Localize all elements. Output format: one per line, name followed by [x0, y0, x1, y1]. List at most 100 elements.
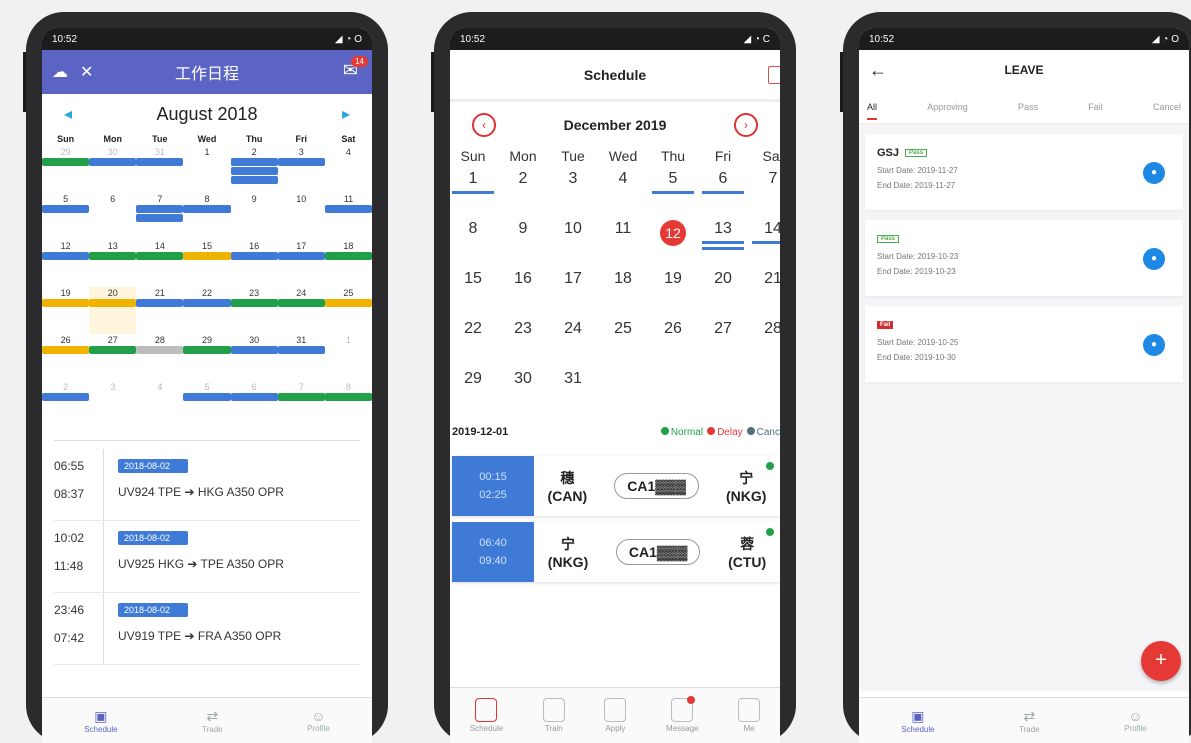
calendar-day[interactable]: 9	[498, 214, 548, 264]
calendar-day[interactable]: 22	[450, 314, 498, 364]
calendar-day[interactable]: 30	[230, 334, 278, 381]
calendar-day[interactable]: 25	[598, 314, 648, 364]
calendar-day[interactable]: 23	[498, 314, 548, 364]
calendar-day[interactable]: 18	[324, 240, 372, 287]
calendar-day[interactable]: 4	[325, 146, 372, 193]
calendar-day[interactable]: 25	[324, 287, 372, 334]
tab-approving[interactable]: Approving	[927, 102, 968, 112]
calendar-day[interactable]: 26	[42, 334, 90, 381]
calendar-day[interactable]: 11	[598, 214, 648, 264]
nav-item-schedule[interactable]: Schedule	[470, 698, 503, 733]
calendar-day[interactable]: 17	[277, 240, 325, 287]
calendar-day[interactable]: 3	[89, 381, 136, 428]
cloud-upload-icon[interactable]: ☁	[52, 62, 68, 82]
calendar-day[interactable]: 7	[748, 164, 780, 214]
calendar-day[interactable]: 3	[277, 146, 325, 193]
calendar-day[interactable]: 13	[89, 240, 137, 287]
calendar-day[interactable]: 6	[230, 381, 278, 428]
calendar-day[interactable]: 2	[42, 381, 90, 428]
next-month-icon[interactable]: ▸	[342, 104, 350, 124]
calendar-day[interactable]: 30	[498, 364, 548, 414]
nav-item-train[interactable]: Train	[542, 698, 565, 733]
nav-item-trade[interactable]: ⇄ Trade	[202, 708, 223, 734]
leave-card[interactable]: Fail Start Date: 2019-10-25 End Date: 2019…	[865, 306, 1183, 382]
flight-row[interactable]: 06:55 08:37 2018-08-02 UV924 TPE ➔ HKG A350…	[54, 449, 360, 521]
calendar-day[interactable]: 19	[42, 287, 90, 334]
calendar-day[interactable]: 20	[89, 287, 137, 334]
calendar-day[interactable]: 1	[183, 146, 230, 193]
nav-item-profile[interactable]: ☺ Profile	[1124, 708, 1147, 733]
calendar-day[interactable]: 16	[498, 264, 548, 314]
flight-card[interactable]: 06:40 09:40 宁 (NKG) CA1▓▓▓ 蓉 (CTU)	[452, 522, 780, 582]
message-icon[interactable]: ●	[1143, 334, 1165, 356]
calendar-day[interactable]: 10	[278, 193, 325, 240]
calendar-day[interactable]: 11	[324, 193, 372, 240]
calendar-day[interactable]: 20	[698, 264, 748, 314]
next-month-icon[interactable]: ›	[734, 113, 758, 137]
calendar-day[interactable]: 17	[548, 264, 598, 314]
flight-row[interactable]: 23:46 07:42 2018-08-02 UV919 TPE ➔ FRA A350…	[54, 593, 360, 665]
calendar-day[interactable]: 8	[450, 214, 498, 264]
tab-fail[interactable]: Fail	[1088, 102, 1103, 112]
calendar-day[interactable]: 15	[450, 264, 498, 314]
nav-item-schedule[interactable]: ▣ Schedule	[84, 708, 117, 734]
calendar-day[interactable]: 28	[136, 334, 184, 381]
calendar-icon[interactable]	[768, 66, 780, 84]
tab-pass[interactable]: Pass	[1018, 102, 1038, 112]
calendar-day[interactable]: 2	[230, 146, 278, 193]
calendar-day[interactable]: 26	[648, 314, 698, 364]
calendar-day[interactable]: 5	[42, 193, 90, 240]
calendar-day[interactable]: 16	[230, 240, 278, 287]
calendar-day[interactable]: 31	[548, 364, 598, 414]
calendar-day[interactable]: 12	[648, 214, 698, 264]
calendar-day[interactable]: 6	[89, 193, 136, 240]
add-leave-button[interactable]: +	[1141, 641, 1181, 681]
calendar-day[interactable]: 13	[698, 214, 748, 264]
prev-month-icon[interactable]: ‹	[472, 113, 496, 137]
message-icon[interactable]: ●	[1143, 248, 1165, 270]
calendar-day[interactable]: 5	[183, 381, 231, 428]
calendar-day[interactable]: 22	[183, 287, 231, 334]
calendar-day[interactable]: 21	[136, 287, 184, 334]
calendar-day[interactable]: 15	[183, 240, 231, 287]
nav-item-trade[interactable]: ⇄ Trade	[1019, 708, 1040, 734]
calendar-day[interactable]: 14	[136, 240, 184, 287]
calendar-day[interactable]: 9	[231, 193, 278, 240]
tab-all[interactable]: All	[867, 102, 878, 120]
leave-card[interactable]: Pass Start Date: 2019-10-23 End Date: 2019…	[865, 220, 1183, 296]
calendar-day[interactable]: 4	[598, 164, 648, 214]
calendar-day[interactable]: 28	[748, 314, 780, 364]
calendar-day[interactable]: 10	[548, 214, 598, 264]
calendar-day[interactable]: 23	[230, 287, 278, 334]
tab-cancel[interactable]: Cancel	[1153, 102, 1181, 112]
calendar-day[interactable]: 27	[89, 334, 137, 381]
nav-item-me[interactable]: Me	[738, 698, 761, 733]
mail-icon[interactable]: ✉ 14	[343, 56, 368, 81]
calendar-day[interactable]: 27	[698, 314, 748, 364]
calendar-day[interactable]: 21	[748, 264, 780, 314]
calendar-day[interactable]: 2	[498, 164, 548, 214]
calendar-day[interactable]: 14	[748, 214, 780, 264]
calendar-day[interactable]: 1	[450, 164, 498, 214]
nav-item-schedule[interactable]: ▣ Schedule	[901, 708, 934, 734]
calendar-day[interactable]: 24	[548, 314, 598, 364]
calendar-day[interactable]: 4	[136, 381, 183, 428]
calendar-day[interactable]: 31	[136, 146, 184, 193]
calendar-day[interactable]: 30	[89, 146, 137, 193]
calendar-day[interactable]: 1	[325, 334, 372, 381]
nav-item-message[interactable]: Message	[666, 696, 699, 733]
calendar-day[interactable]: 29	[183, 334, 231, 381]
calendar-day[interactable]: 12	[42, 240, 90, 287]
nav-item-apply[interactable]: Apply	[604, 698, 627, 733]
calendar-day[interactable]: 19	[648, 264, 698, 314]
calendar-day[interactable]: 29	[450, 364, 498, 414]
calendar-day[interactable]: 5	[648, 164, 698, 214]
back-arrow-icon[interactable]: ←	[869, 60, 887, 81]
calendar-day[interactable]: 8	[324, 381, 372, 428]
close-icon[interactable]: ✕	[80, 62, 93, 82]
leave-card[interactable]: GSJ Pass Start Date: 2019-11-27 End Date: 2…	[865, 134, 1183, 210]
calendar-day[interactable]: 3	[548, 164, 598, 214]
flight-row[interactable]: 10:02 11:48 2018-08-02 UV925 HKG ➔ TPE A350…	[54, 521, 360, 593]
calendar-day[interactable]: 7	[277, 381, 325, 428]
prev-month-icon[interactable]: ◂	[64, 104, 72, 124]
